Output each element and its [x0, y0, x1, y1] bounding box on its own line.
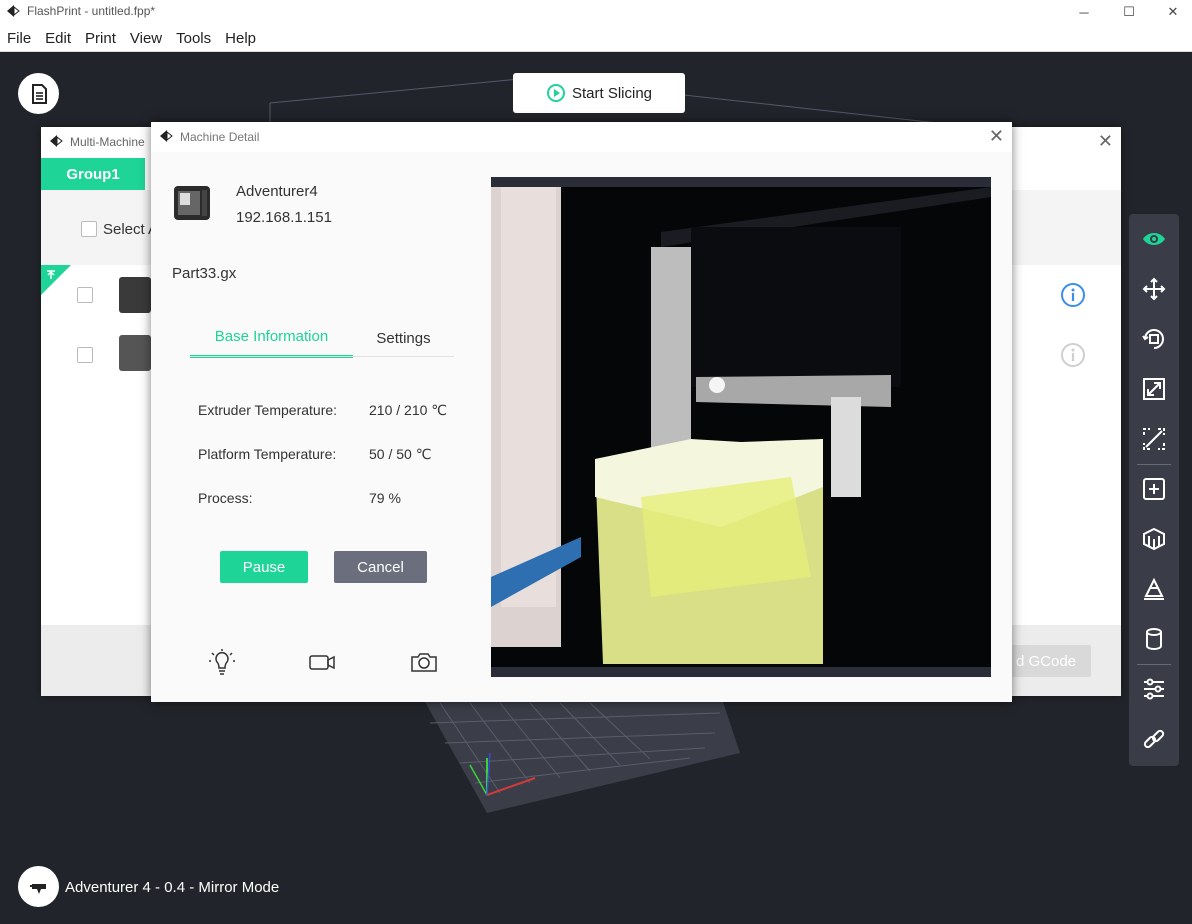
camera-feed [491, 177, 991, 677]
on-platform-tool[interactable] [1129, 567, 1179, 611]
start-slicing-label: Start Slicing [571, 84, 653, 102]
info-icon[interactable] [1060, 342, 1086, 368]
link-tool[interactable] [1129, 717, 1179, 761]
support-tool[interactable] [1129, 517, 1179, 561]
machine-ip: 192.168.1.151 [236, 209, 332, 226]
platform-temp-value: 50 / 50 ℃ [369, 446, 432, 462]
menu-edit[interactable]: Edit [38, 24, 78, 51]
menu-print[interactable]: Print [78, 24, 123, 51]
info-icon[interactable] [1060, 282, 1086, 308]
lightbulb-icon [209, 649, 235, 675]
move-icon [1142, 277, 1166, 301]
minimize-button[interactable]: ─ [1061, 0, 1107, 24]
printer-mode-label: Adventurer 4 - 0.4 - Mirror Mode [65, 879, 280, 896]
cancel-button[interactable]: Cancel [334, 551, 427, 583]
flashprint-logo [160, 130, 173, 142]
view-tool[interactable] [1129, 217, 1179, 261]
rotate-icon [1142, 329, 1164, 349]
menu-file[interactable]: File [0, 24, 38, 51]
select-all-checkbox[interactable] [81, 221, 97, 237]
printer-type-button[interactable] [18, 866, 59, 907]
add-tool[interactable] [1129, 467, 1179, 511]
tab-group1[interactable]: Group1 [41, 158, 145, 190]
printer-icon [174, 186, 210, 220]
machine-row-checkbox[interactable] [77, 287, 93, 303]
flashprint-logo [7, 5, 20, 17]
tab-divider [190, 356, 454, 357]
menu-tools[interactable]: Tools [169, 24, 218, 51]
settings-tool[interactable] [1129, 667, 1179, 711]
light-button[interactable] [206, 646, 238, 678]
right-toolbar [1129, 214, 1179, 766]
process-value: 79 % [369, 490, 401, 506]
machine-name: Adventurer4 [236, 183, 318, 200]
tab-base-information[interactable]: Base Information [190, 318, 353, 358]
cut-icon [1143, 428, 1165, 450]
scale-tool[interactable] [1129, 367, 1179, 411]
title-bar: FlashPrint - untitled.fpp* ─ ☐ ✕ [0, 0, 1192, 24]
tab-settings[interactable]: Settings [353, 318, 454, 358]
platform-icon [1144, 577, 1164, 600]
machine-detail-dialog: Machine Detail ✕ Adventurer4 192.168.1.1… [151, 122, 1012, 702]
platform-temp-label: Platform Temperature: [198, 446, 337, 462]
snapshot-button[interactable] [408, 646, 440, 678]
rotate-tool[interactable] [1129, 317, 1179, 361]
machine-thumbnail [119, 335, 151, 371]
start-slicing-button[interactable]: Start Slicing [513, 73, 685, 113]
add-icon [1143, 478, 1165, 500]
camera-image [491, 187, 991, 677]
document-icon [31, 83, 47, 104]
video-button[interactable] [306, 646, 338, 678]
maximize-button[interactable]: ☐ [1106, 0, 1152, 24]
sliders-icon [1144, 678, 1164, 700]
material-tool[interactable] [1129, 617, 1179, 661]
send-gcode-button[interactable]: d GCode [1001, 645, 1091, 677]
machine-thumbnail [119, 277, 151, 313]
flashprint-logo [50, 135, 63, 147]
machine-row-checkbox[interactable] [77, 347, 93, 363]
close-window-button[interactable]: ✕ [1150, 0, 1192, 24]
scale-icon [1143, 378, 1165, 400]
support-icon [1143, 527, 1165, 551]
extruder-temp-value: 210 / 210 ℃ [369, 402, 447, 418]
close-icon[interactable]: ✕ [989, 126, 1004, 147]
process-label: Process: [198, 490, 253, 506]
close-icon[interactable]: ✕ [1098, 131, 1113, 152]
video-camera-icon [309, 655, 335, 670]
multi-machine-title: Multi-Machine [70, 135, 145, 149]
pause-button[interactable]: Pause [220, 551, 308, 583]
window-title: FlashPrint - untitled.fpp* [27, 4, 156, 18]
eye-icon [1143, 233, 1165, 245]
filament-icon [1146, 628, 1162, 650]
extruder-temp-label: Extruder Temperature: [198, 402, 338, 418]
cut-tool[interactable] [1129, 417, 1179, 461]
toolbar-divider [1137, 464, 1171, 465]
menu-bar: File Edit Print View Tools Help [0, 24, 1192, 52]
toolbar-divider [1137, 664, 1171, 665]
model-list-button[interactable] [18, 73, 59, 114]
part-name: Part33.gx [172, 265, 237, 282]
machine-detail-title: Machine Detail [180, 130, 260, 144]
link-icon [1143, 729, 1165, 749]
play-icon [546, 84, 565, 102]
move-tool[interactable] [1129, 267, 1179, 311]
nozzle-icon [29, 883, 46, 894]
pin-top-icon[interactable] [41, 265, 71, 295]
select-all-label: Select A [103, 221, 159, 238]
menu-view[interactable]: View [123, 24, 169, 51]
machine-detail-header: Machine Detail ✕ [151, 122, 1012, 152]
menu-help[interactable]: Help [218, 24, 263, 51]
camera-icon [411, 653, 437, 672]
